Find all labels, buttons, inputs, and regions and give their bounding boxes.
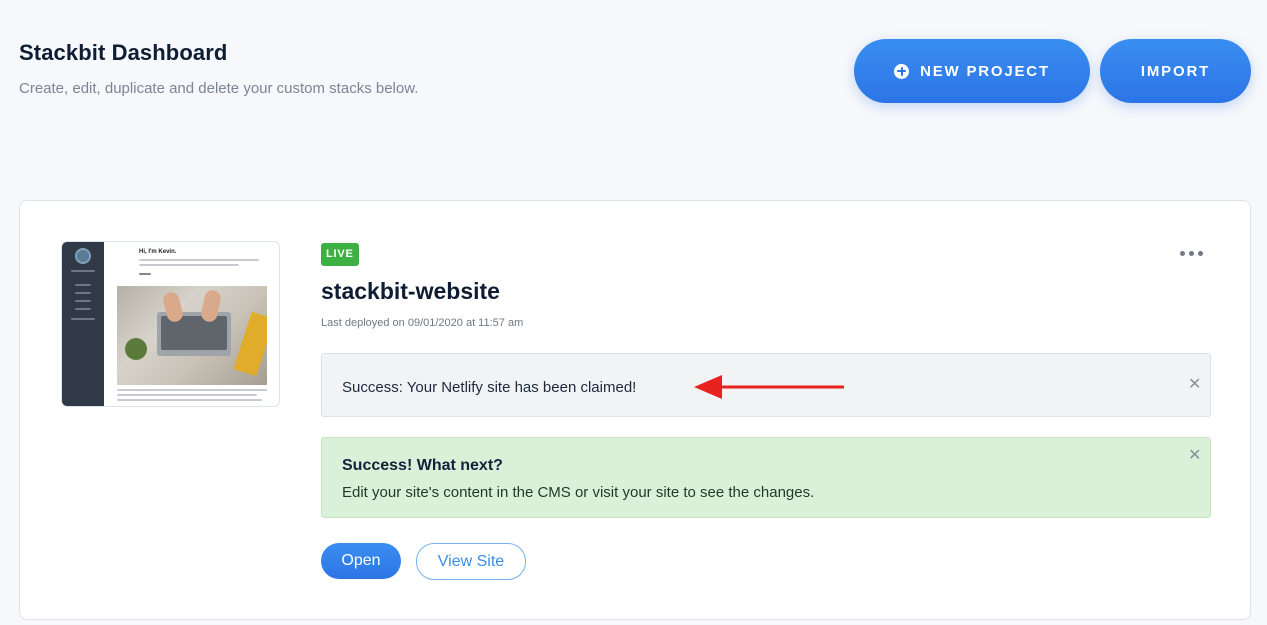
view-site-button[interactable]: View Site (416, 543, 526, 580)
thumbnail-text (139, 273, 151, 275)
thumbnail-photo (117, 286, 267, 385)
site-claimed-message: Success: Your Netlify site has been clai… (342, 379, 637, 396)
last-deployed-text: Last deployed on 09/01/2020 at 11:57 am (321, 317, 524, 329)
thumbnail-heading: Hi, I'm Kevin. (139, 249, 177, 255)
site-claimed-alert: Success: Your Netlify site has been clai… (321, 353, 1211, 417)
thumbnail-line (75, 300, 91, 302)
thumbnail-line (75, 308, 91, 310)
plant-graphic (125, 338, 147, 360)
thumbnail-avatar (75, 248, 91, 264)
project-card: Hi, I'm Kevin. LIVE stackbit-website Las… (19, 200, 1251, 620)
book-graphic (233, 311, 267, 377)
thumbnail-text (139, 264, 239, 266)
more-horizontal-icon[interactable] (1180, 251, 1203, 256)
success-next-title: Success! What next? (342, 457, 503, 474)
import-label: IMPORT (1140, 62, 1211, 80)
thumbnail-line (71, 270, 95, 272)
thumbnail-text (117, 389, 267, 391)
thumbnail-sidebar (62, 242, 104, 406)
live-status-badge: LIVE (321, 243, 359, 266)
thumbnail-line (75, 284, 91, 286)
success-next-text: Edit your site's content in the CMS or v… (342, 484, 815, 501)
thumbnail-line (75, 292, 91, 294)
page-subtitle: Create, edit, duplicate and delete your … (19, 80, 419, 97)
page-header: Stackbit Dashboard Create, edit, duplica… (19, 40, 418, 97)
import-button[interactable]: IMPORT (1100, 39, 1251, 103)
open-button[interactable]: Open (321, 543, 401, 579)
thumbnail-text (117, 399, 262, 401)
close-icon[interactable]: ✕ (1188, 448, 1201, 464)
thumbnail-line (71, 318, 95, 320)
project-name: stackbit-website (321, 278, 500, 304)
success-next-alert: Success! What next? Edit your site's con… (321, 437, 1211, 518)
project-thumbnail[interactable]: Hi, I'm Kevin. (61, 241, 280, 407)
page-title: Stackbit Dashboard (19, 40, 228, 65)
thumbnail-text (139, 259, 259, 261)
new-project-button[interactable]: NEW PROJECT (854, 39, 1090, 103)
plus-circle-icon (894, 63, 910, 79)
arrow-left-icon (694, 375, 844, 399)
thumbnail-text (117, 394, 257, 396)
close-icon[interactable]: ✕ (1188, 377, 1201, 393)
new-project-label: NEW PROJECT (920, 62, 1050, 80)
